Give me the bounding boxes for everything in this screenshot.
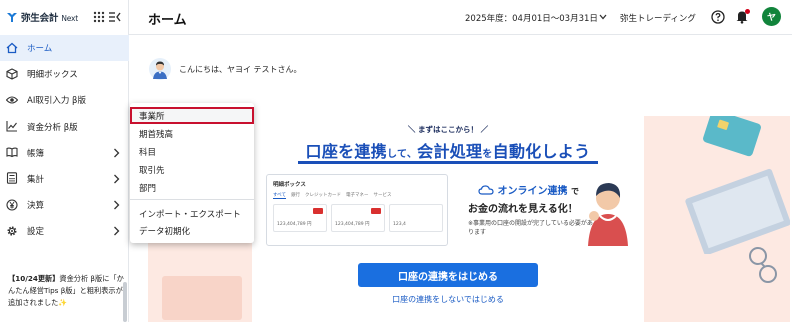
- preview-tabs: すべて 銀行 クレジットカード 電子マネー サービス: [273, 192, 392, 199]
- gear-icon: [7, 226, 17, 236]
- sidebar-item-home[interactable]: ホーム: [0, 35, 129, 62]
- collapse-sidebar-icon[interactable]: [108, 11, 121, 23]
- preview-account: 123,404,789 円: [273, 204, 327, 232]
- preview-tab: 電子マネー: [346, 193, 369, 198]
- desk-illustration-icon: [162, 276, 242, 320]
- sidebar-item-label: ホーム: [27, 44, 53, 55]
- visualize-text: お金の流れを見える化！: [468, 204, 578, 215]
- preview-tab: 銀行: [291, 193, 301, 198]
- sidebar-item-label: 集計: [27, 175, 45, 186]
- menu-item-data-reset[interactable]: データ初期化: [130, 222, 254, 239]
- top-header: ホーム 2025年度：04月01日〜03月31日 弥生トレーディング ヤ: [129, 0, 792, 35]
- user-avatar[interactable]: ヤ: [762, 7, 781, 26]
- update-notice[interactable]: 【10/24更新】資金分析 β版に「かんたん経営Tips β版」と粗利表示が追加…: [8, 273, 126, 309]
- book-icon: [6, 147, 18, 158]
- sidebar-item-label: 資金分析 β版: [27, 122, 78, 133]
- skip-link[interactable]: 口座の連携をしないではじめる: [252, 294, 644, 305]
- brand-name: 弥生会計 Next: [21, 13, 78, 24]
- cloud-icon: [478, 185, 494, 195]
- banner-headline: 口座を連携して、会計処理を自動化しよう: [305, 142, 591, 161]
- eye-icon: [6, 96, 18, 104]
- chevron-down-icon[interactable]: [599, 14, 607, 20]
- chevron-right-icon: [114, 226, 120, 236]
- fiscal-period-selector[interactable]: 2025年度：04月01日〜03月31日: [465, 12, 598, 24]
- start-link-button[interactable]: 口座の連携をはじめる: [358, 263, 538, 287]
- sidebar: 弥生会計 Next ホーム 明細ボックス AI取引入力 β版 資金分析 β版 帳…: [0, 0, 129, 322]
- headline-underline: [298, 161, 598, 164]
- banner-kicker: ＼ まずはここから！ ／: [407, 125, 489, 134]
- menu-item-accounts[interactable]: 科目: [130, 143, 254, 160]
- preview-tab: サービス: [373, 193, 392, 198]
- page-title: ホーム: [148, 13, 187, 28]
- calculator-icon: [6, 172, 18, 185]
- app-grid-icon[interactable]: [93, 11, 105, 23]
- sidebar-item-closing[interactable]: 決算: [0, 192, 129, 218]
- preview-tab: クレジットカード: [305, 193, 342, 198]
- sidebar-item-ai-entry[interactable]: AI取引入力 β版: [0, 87, 129, 113]
- preview-title: 明細ボックス: [273, 182, 306, 188]
- sidebar-item-label: 明細ボックス: [27, 70, 78, 81]
- banner-card: ＼ まずはここから！ ／ 口座を連携して、会計処理を自動化しよう 明細ボックス …: [252, 116, 644, 322]
- sidebar-nav: ホーム 明細ボックス AI取引入力 β版 資金分析 β版 帳簿 集計 決算 設定: [0, 35, 129, 245]
- online-link-text: オンライン連携 で: [478, 182, 579, 197]
- sidebar-item-totals[interactable]: 集計: [0, 166, 129, 192]
- notification-dot: [745, 9, 750, 14]
- sidebar-item-settings[interactable]: 設定: [0, 218, 129, 244]
- help-icon[interactable]: [711, 10, 725, 24]
- chevron-right-icon: [114, 148, 120, 158]
- sidebar-item-label: 設定: [27, 227, 45, 238]
- preview-tab: すべて: [273, 193, 287, 199]
- sidebar-item-books[interactable]: 帳簿: [0, 140, 129, 166]
- yayoi-logo-icon: [7, 13, 17, 22]
- brand-logo[interactable]: 弥生会計 Next: [6, 10, 78, 24]
- line-chart-icon: [6, 121, 17, 132]
- menu-item-office[interactable]: 事業所: [130, 107, 254, 124]
- preview-account: 123,4: [389, 204, 443, 232]
- person-illustration-icon: [588, 183, 628, 246]
- user-illustration-icon: [149, 58, 171, 80]
- chevron-right-icon: [114, 174, 120, 184]
- glasses-icon: [749, 247, 777, 283]
- menu-item-opening-balance[interactable]: 期首残高: [130, 125, 254, 142]
- credit-card-icon: [703, 116, 761, 157]
- sidebar-item-label: 決算: [27, 201, 45, 212]
- sidebar-item-fund-analysis[interactable]: 資金分析 β版: [0, 114, 129, 140]
- statement-box-preview: 明細ボックス すべて 銀行 クレジットカード 電子マネー サービス 123,40…: [266, 174, 448, 246]
- menu-item-departments[interactable]: 部門: [130, 179, 254, 196]
- sidebar-item-statement-box[interactable]: 明細ボックス: [0, 61, 129, 87]
- box-icon: [6, 68, 18, 80]
- sidebar-item-label: 帳簿: [27, 148, 45, 159]
- sidebar-item-label: AI取引入力 β版: [27, 96, 86, 107]
- menu-item-clients[interactable]: 取引先: [130, 161, 254, 178]
- notice-tag: 【10/24更新】: [8, 274, 60, 283]
- greeting-text: こんにちは、ヤヨイ テストさん。: [179, 65, 302, 74]
- sidebar-scrollbar[interactable]: [123, 282, 127, 322]
- chevron-right-icon: [114, 200, 120, 210]
- menu-divider: [130, 199, 254, 200]
- menu-item-import-export[interactable]: インポート・エクスポート: [130, 205, 254, 222]
- home-icon: [6, 42, 18, 53]
- yen-circle-icon: [6, 199, 18, 211]
- company-name[interactable]: 弥生トレーディング: [620, 12, 696, 24]
- settings-dropdown-menu: 事業所 期首残高 科目 取引先 部門 インポート・エクスポート データ初期化: [130, 103, 254, 243]
- preview-account: 123,404,789 円: [331, 204, 385, 232]
